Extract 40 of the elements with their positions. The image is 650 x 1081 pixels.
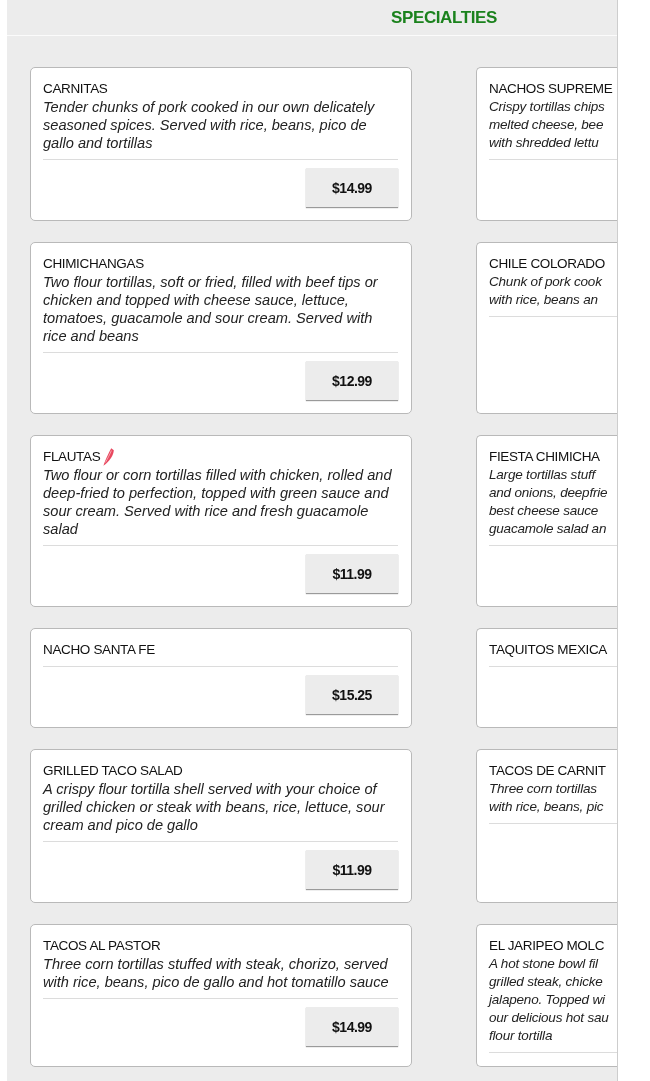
section-title: SPECIALTIES [391,7,497,28]
price-button[interactable]: $14.99 [306,168,398,207]
item-description: Two flour tortillas, soft or fried, filled with beef tips or chicken and topped with cheese sauce, lettuce, tomatoes, guacamole and sour cream. Served with rice and beans [43,273,379,345]
item-description: A hot stone bowl fil [489,955,598,973]
item-description: Two flour or corn tortillas filled with chicken, rolled and deep-fried to perfection, topped with green sauce and sour cream. Served with rice and fresh guacamole salad [43,466,393,538]
item-description: grilled steak, chicke [489,973,603,991]
item-description: with rice, beans, pic [489,798,604,816]
item-description: jalapeno. Topped wi [489,991,605,1009]
item-name: CHILE COLORADO [489,255,605,273]
price-button[interactable]: $11.99 [306,850,398,889]
item-name: TACOS AL PASTOR [43,937,161,955]
item-name: TACOS DE CARNIT [489,762,606,780]
item-name: TAQUITOS MEXICA [489,641,608,659]
price-button[interactable]: $15.25 [306,675,398,714]
item-description: A crispy flour tortilla shell served with your choice of grilled chicken or steak with beans, rice, lettuce, sour cream and pico de gallo [43,780,386,834]
item-description: guacamole salad an [489,520,607,538]
item-description: Three corn tortillas [489,780,597,798]
item-description: best cheese sauce [489,502,599,520]
item-description: our delicious hot sau [489,1009,609,1027]
item-name: EL JARIPEO MOLC [489,937,605,955]
price-button[interactable]: $14.99 [306,1007,398,1046]
item-name: FIESTA CHIMICHA [489,448,600,466]
item-description: Three corn tortillas stuffed with steak, chorizo, served with rice, beans, pico de gallo and hot tomatillo sauce [43,955,390,991]
item-description: melted cheese, bee [489,116,604,134]
item-name: GRILLED TACO SALAD [43,762,183,780]
item-description: with shredded lettu [489,134,599,152]
item-description: Large tortillas stuff [489,466,596,484]
item-description: Chunk of pork cook [489,273,602,291]
price-button[interactable]: $11.99 [306,554,398,593]
item-name: CARNITAS [43,80,108,98]
item-name: CHIMICHANGAS [43,255,144,273]
item-description: Tender chunks of pork cooked in our own delicately seasoned spices. Served with rice, beans, pico de gallo and tortillas [43,98,376,152]
item-description: and onions, deepfrie [489,484,608,502]
item-name: FLAUTAS [43,448,101,466]
item-description: Crispy tortillas chips [489,98,605,116]
price-button[interactable]: $12.99 [306,361,398,400]
item-description: flour tortilla [489,1027,553,1045]
item-description: with rice, beans an [489,291,598,309]
item-name: NACHOS SUPREME [489,80,613,98]
item-name: NACHO SANTA FE [43,641,155,659]
